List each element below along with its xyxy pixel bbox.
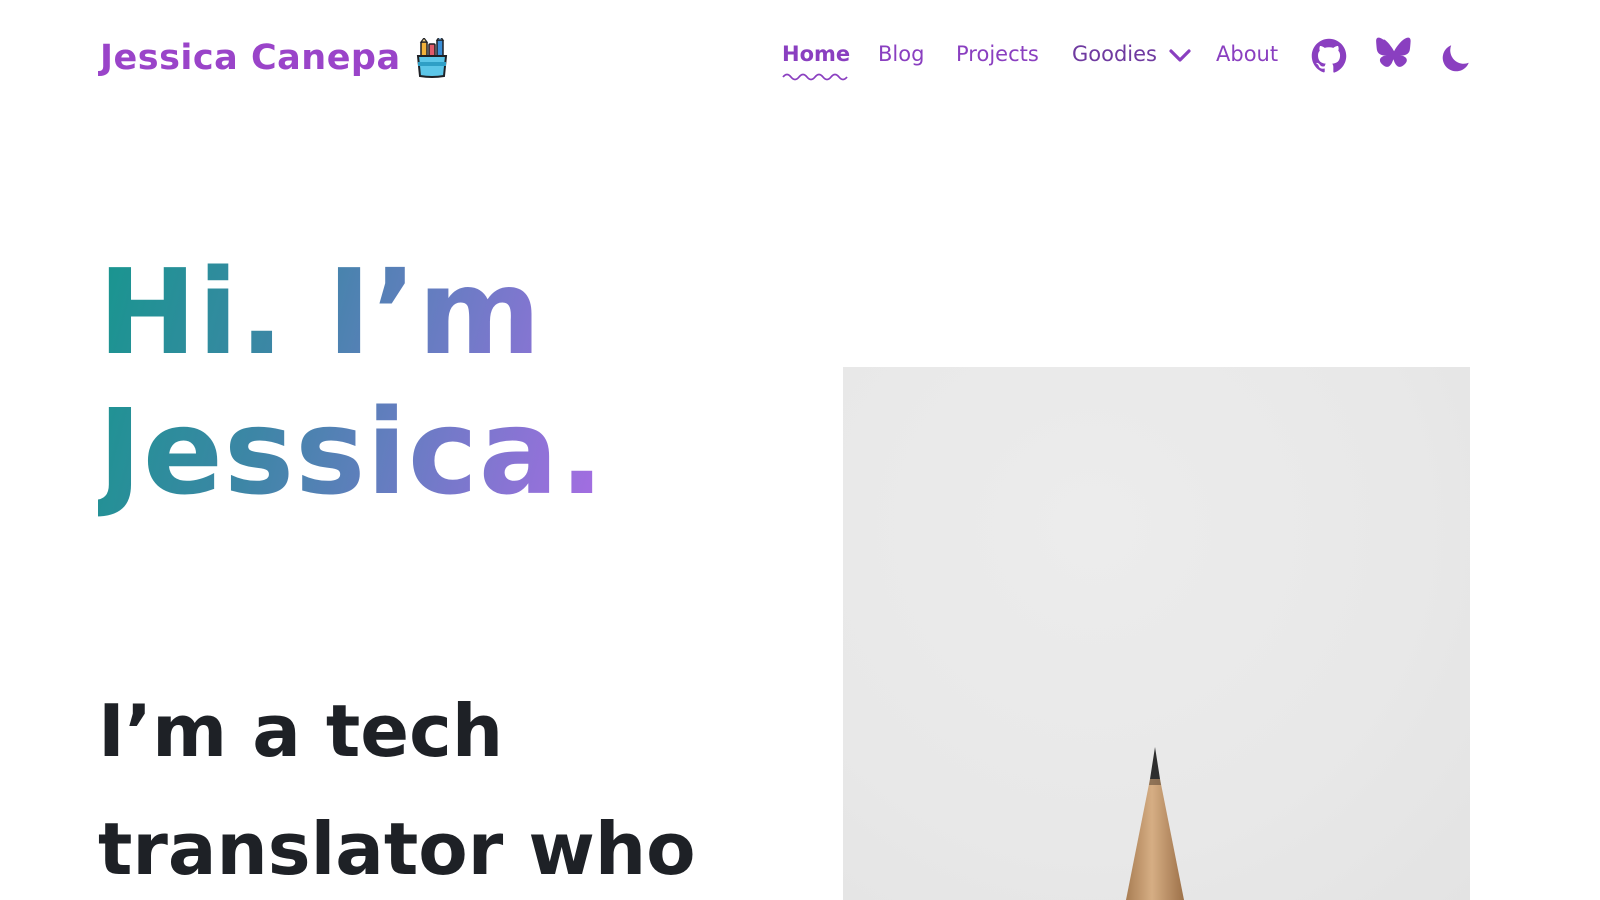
hero-pencil-photo (843, 367, 1470, 900)
hero-greeting-line2: Jessica. (98, 383, 606, 521)
active-squiggle-underline (782, 73, 848, 81)
nav-about[interactable]: About (1216, 42, 1278, 66)
dark-mode-moon-icon[interactable] (1438, 40, 1474, 76)
github-icon[interactable] (1311, 38, 1347, 74)
bluesky-butterfly-icon[interactable] (1376, 36, 1412, 72)
pencil-tip-image (1125, 747, 1185, 900)
brand-home-link[interactable]: Jessica Canepa (100, 38, 449, 78)
nav-blog[interactable]: Blog (878, 42, 924, 66)
hero-greeting-line1: Hi. I’m (98, 243, 542, 381)
nav-home[interactable]: Home (782, 42, 851, 81)
brand-name: Jessica Canepa (100, 38, 401, 78)
chevron-down-icon (1169, 49, 1191, 62)
hero-tagline-line2: translator who (98, 807, 696, 891)
main-nav: Home Blog Projects Goodies About (782, 36, 1600, 81)
page: Jessica Canepa Home Blog Projects Goodie… (0, 0, 1600, 900)
site-header: Jessica Canepa Home Blog Projects Goodie… (0, 0, 1600, 120)
hero-tagline: I’m a tech translator who (98, 672, 738, 900)
nav-goodies-label: Goodies (1072, 42, 1157, 66)
nav-projects[interactable]: Projects (956, 42, 1039, 66)
hero-greeting: Hi. I’m Jessica. (98, 242, 718, 522)
nav-goodies-dropdown[interactable]: Goodies (1072, 42, 1192, 66)
nav-home-label: Home (782, 42, 851, 66)
pencil-cup-icon (416, 38, 447, 78)
hero-tagline-line1: I’m a tech (98, 689, 504, 773)
